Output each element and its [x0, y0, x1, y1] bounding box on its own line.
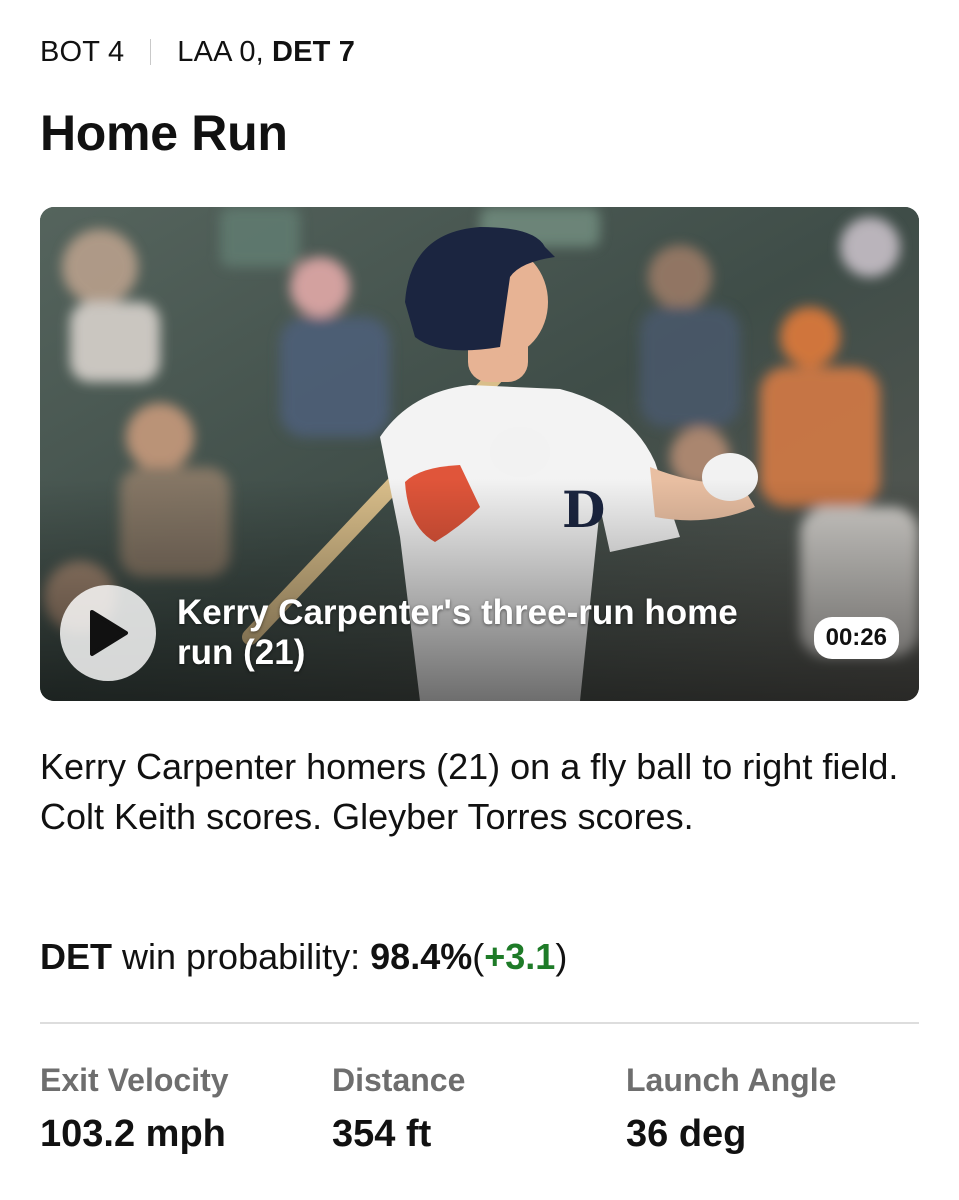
stat-value: 36 deg: [626, 1113, 747, 1155]
play-title: Home Run: [40, 105, 288, 161]
game-status-line: BOT 4 LAA 0, DET 7: [40, 30, 355, 74]
stat-exit-velocity: Exit Velocity 103.2 mph: [40, 1058, 229, 1160]
play-button[interactable]: [60, 585, 156, 681]
play-icon: [90, 610, 128, 656]
video-duration-badge: 00:26: [813, 617, 899, 659]
header-separator: [150, 39, 152, 65]
play-description: Kerry Carpenter homers (21) on a fly bal…: [40, 746, 899, 837]
stat-value: 103.2 mph: [40, 1113, 226, 1155]
stats-divider: [40, 1022, 919, 1024]
stat-label: Distance: [332, 1062, 466, 1098]
win-probability: DET win probability: 98.4%(+3.1): [40, 932, 567, 982]
stat-label: Launch Angle: [626, 1062, 837, 1098]
win-probability-label: win probability:: [122, 936, 361, 977]
home-score: DET 7: [271, 35, 356, 68]
video-card[interactable]: D Kerry Carpenter's three-run home run (…: [40, 207, 919, 701]
stat-value: 354 ft: [332, 1113, 432, 1155]
stat-launch-angle: Launch Angle 36 deg: [626, 1058, 836, 1160]
win-probability-delta: +3.1: [484, 936, 556, 977]
video-title[interactable]: Kerry Carpenter's three-run home run (21…: [177, 593, 777, 673]
stat-distance: Distance 354 ft: [332, 1058, 465, 1160]
win-probability-open-paren: (: [472, 936, 485, 977]
inning-indicator: BOT 4: [40, 35, 125, 68]
win-probability-close-paren: ): [555, 936, 568, 977]
win-probability-team: DET: [40, 936, 112, 977]
stat-label: Exit Velocity: [40, 1062, 229, 1098]
win-probability-value: 98.4%: [370, 936, 473, 977]
away-score: LAA 0,: [177, 35, 264, 68]
